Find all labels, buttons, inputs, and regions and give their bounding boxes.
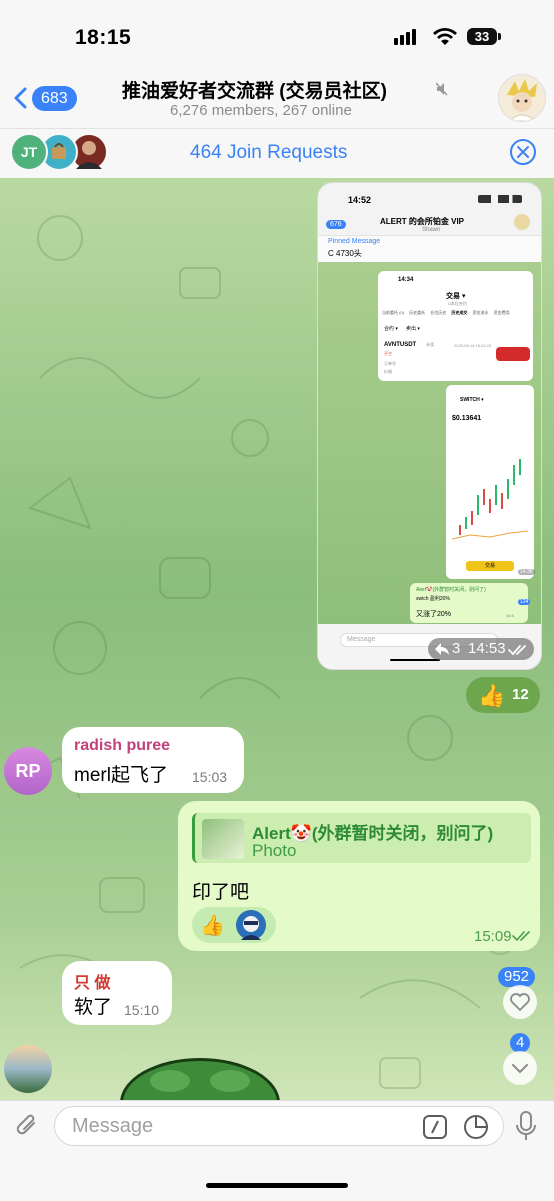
reactor-avatar — [236, 910, 266, 940]
message-text: 印了吧 — [192, 882, 250, 903]
photo-chat-title: ALERT 的会所铂金 VIP — [380, 217, 465, 226]
back-unread-badge[interactable]: 683 — [32, 86, 77, 111]
message-time: 15:03 — [192, 769, 228, 785]
cellular-signal-icon — [394, 0, 424, 50]
inner-row-3: 订单号 — [384, 361, 396, 366]
double-check-icon — [508, 645, 526, 656]
reactions-jump-button[interactable] — [503, 985, 537, 1019]
message-time: 15:10 — [124, 1002, 160, 1018]
home-indicator — [206, 1183, 348, 1188]
inner-tab: 资金流水 — [472, 310, 489, 315]
redacted-scribble — [496, 347, 530, 361]
avatar[interactable]: RP — [4, 747, 52, 795]
reaction-emoji: 👍 — [200, 915, 225, 937]
inner-symbol-tag: 永续 — [426, 342, 434, 347]
inner-row-2: 开空 — [384, 351, 392, 356]
inner-trade-time: 2025-09-16 18:24:20 — [454, 343, 492, 348]
battery-tip — [498, 33, 501, 40]
status-time: 18:15 — [75, 26, 132, 49]
join-requests-label[interactable]: 464 Join Requests — [190, 142, 347, 164]
inner-screenshot-chart: SWITCH ▾ $0.13641 交易 — [446, 385, 534, 579]
reply-type: Photo — [252, 841, 297, 860]
command-icon[interactable] — [422, 1114, 448, 1140]
inner-chart-title: SWITCH ▾ — [460, 397, 484, 403]
inner-filter-2: 卖出 ▾ — [406, 326, 420, 332]
photo-status-icons — [478, 195, 522, 203]
chat-subtitle[interactable]: 6,276 members, 267 online — [170, 102, 352, 119]
requester-avatar-jt: JT — [10, 133, 48, 171]
double-check-icon — [512, 931, 530, 942]
close-icon[interactable] — [510, 139, 536, 165]
inner-reply-text: 又涨了20% — [416, 611, 452, 618]
sender-name[interactable]: radish puree — [74, 737, 170, 755]
message-time: 15:09 — [474, 928, 512, 945]
photo-pinned-label: Pinned Message — [328, 238, 381, 245]
inner-tab: 当前委托 (0) — [382, 310, 404, 315]
photo-pinned-text: C 4730头 — [328, 249, 362, 258]
inner-chart-button: 交易 — [466, 561, 514, 571]
reply-thumbnail — [202, 819, 244, 859]
photo-status-time: 14:52 — [348, 195, 372, 205]
group-avatar[interactable] — [498, 74, 546, 122]
photo-message[interactable]: 14:52 676 ALERT 的会所铂金 VIP Shawn Pinned M… — [317, 182, 542, 670]
photo-chat-avatar — [514, 214, 530, 230]
inner-reply-sub: swich 盈利20% — [416, 596, 450, 602]
forward-icon — [435, 643, 449, 655]
inner-tab: 资金费用 — [493, 310, 510, 315]
inner-exchange: 交易 ▾ — [446, 293, 466, 300]
reactions-badge[interactable]: 952 — [498, 967, 536, 987]
inner-reply-bubble: Alert🤡(外群暂时关闭，别问了) swich 盈利20% 又涨了20% 14… — [410, 583, 528, 623]
message-placeholder: Message — [72, 1115, 154, 1137]
battery-icon: 33 — [467, 28, 497, 45]
inner-stamp: 14:36 — [518, 569, 535, 575]
photo-back-badge: 676 — [326, 220, 346, 229]
inner-tab: 仓位历史 — [430, 310, 447, 315]
message-text: merl起飞了 — [74, 765, 168, 786]
reaction-emoji: 👍 — [478, 683, 506, 708]
scroll-down-button[interactable] — [503, 1051, 537, 1085]
sender-name[interactable]: 只 做 — [74, 969, 110, 993]
wifi-icon — [433, 28, 457, 45]
inner-time: 14:34 — [398, 277, 414, 283]
message-text: 软了 — [74, 997, 113, 1018]
inner-candlestick-chart — [451, 459, 529, 540]
sticker-frog[interactable] — [120, 1058, 280, 1100]
muted-icon — [436, 82, 448, 96]
inner-tabs: 当前委托 (0) 历史委托 仓位历史 历史成交 资金流水 资金费用 — [382, 310, 532, 316]
inner-reply-name: Alert🤡(外群暂时关闭，别问了) — [416, 587, 486, 593]
inner-exchange-sub: U本位合约 — [448, 301, 467, 306]
avatar[interactable] — [4, 1045, 52, 1093]
inner-reply-time: 14:4 — [506, 613, 514, 618]
sticker-icon[interactable] — [462, 1113, 490, 1141]
inner-side-count: 124 — [518, 599, 531, 605]
attach-icon[interactable] — [14, 1111, 42, 1141]
inner-home-indicator — [390, 659, 440, 661]
microphone-icon[interactable] — [514, 1110, 538, 1142]
back-chevron-icon[interactable] — [10, 86, 32, 110]
chat-title[interactable]: 推油爱好者交流群 (交易员社区) — [122, 76, 387, 103]
inner-row-4: 价格 — [384, 369, 392, 374]
inner-tab: 历史成交 — [451, 310, 468, 315]
inner-tab: 历史委托 — [409, 310, 426, 315]
photo-msg-time: 14:53 — [468, 640, 506, 657]
inner-symbol: AVNTUSDT — [384, 342, 417, 348]
inner-screenshot-trade: 14:34 交易 ▾ U本位合约 当前委托 (0) 历史委托 仓位历史 历史成交… — [378, 271, 533, 381]
inner-chart-price: $0.13641 — [452, 415, 482, 422]
reaction-count: 12 — [512, 686, 529, 703]
forward-count: 3 — [452, 640, 461, 657]
photo-chat-sub: Shawn — [422, 227, 441, 233]
inner-filter-1: 合约 ▾ — [384, 326, 398, 332]
